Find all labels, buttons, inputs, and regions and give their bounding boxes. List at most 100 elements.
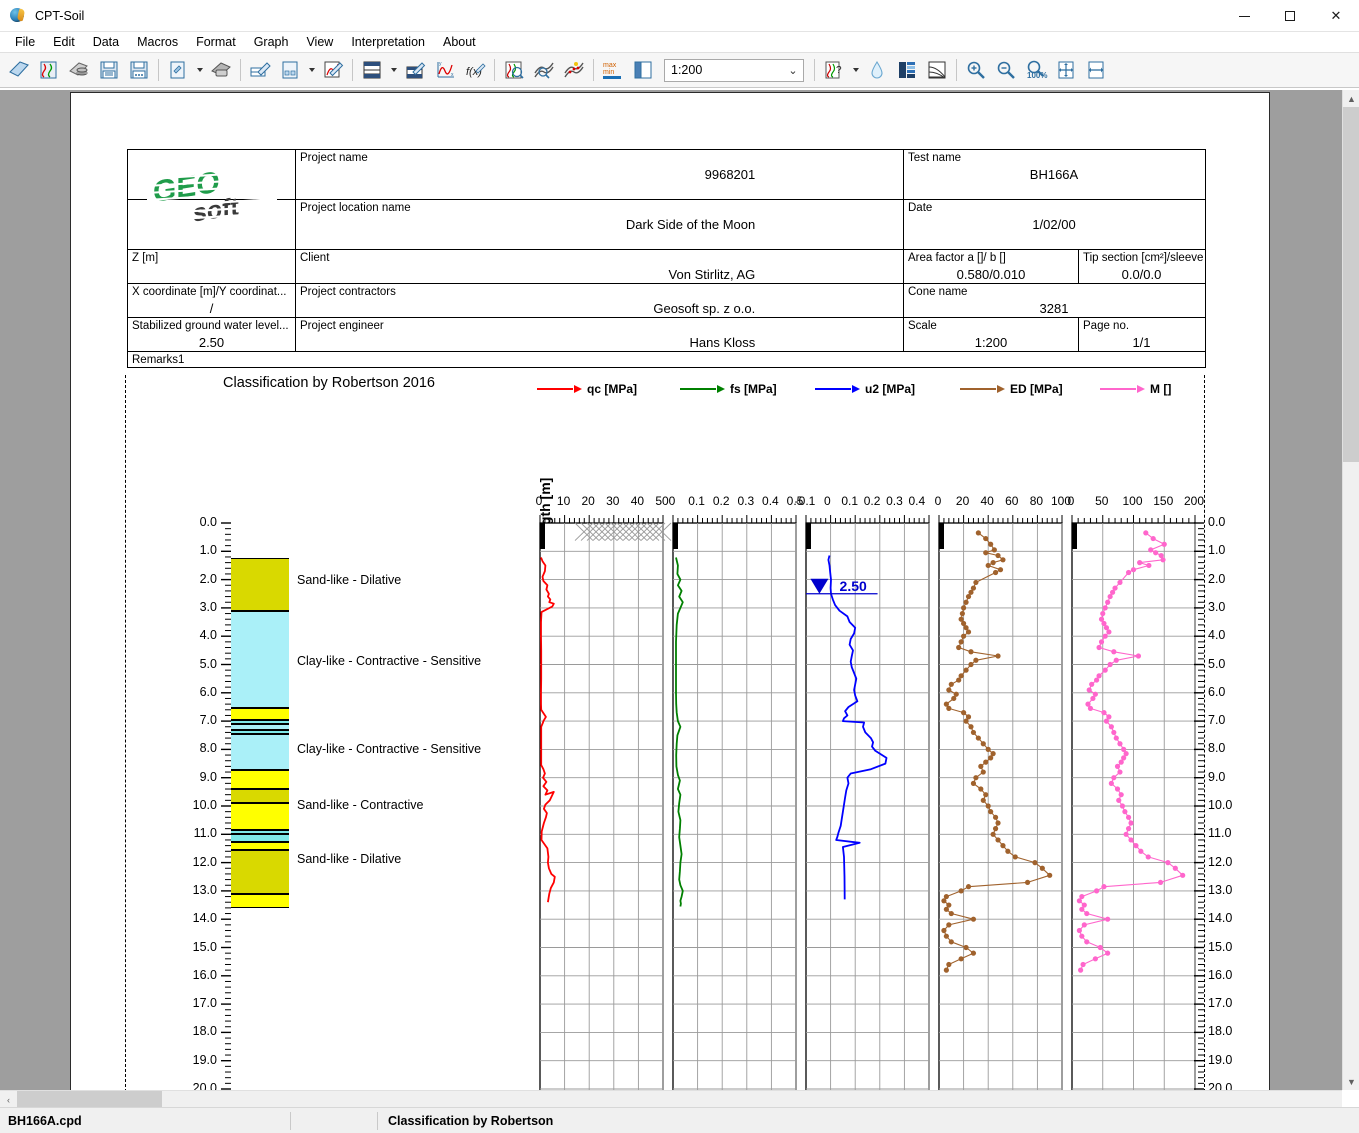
scroll-down-icon: ▼: [1347, 1077, 1356, 1087]
database-icon[interactable]: [64, 55, 94, 85]
contractors-value: Geosoft sp. z o.o.: [300, 301, 899, 316]
menu-item-macros[interactable]: Macros: [128, 34, 187, 50]
scroll-up-button[interactable]: ▲: [1343, 90, 1359, 107]
classification-depth-axis-label: 5.0: [163, 657, 217, 671]
chart-panel-fs[interactable]: [672, 515, 797, 1090]
water-level-label: Stabilized ground water level...: [132, 320, 291, 333]
table-view-dropdown[interactable]: [387, 55, 400, 85]
classification-icon[interactable]: ?: [819, 55, 849, 85]
table-view-icon[interactable]: [357, 55, 387, 85]
vertical-scrollbar[interactable]: ▲ ▼: [1342, 90, 1359, 1090]
vertical-scroll-thumb[interactable]: [1343, 107, 1359, 462]
right-depth-axis-label: 16.0: [1208, 968, 1232, 982]
chevron-down-icon[interactable]: ⌄: [783, 64, 803, 77]
page-layout-dropdown[interactable]: [305, 55, 318, 85]
classification-depth-axis-label: 2.0: [163, 572, 217, 586]
menu-item-graph[interactable]: Graph: [245, 34, 298, 50]
cone-name-value: 3281: [908, 301, 1200, 316]
zoom-in-icon[interactable]: [961, 55, 991, 85]
close-icon[interactable]: ✕: [1313, 0, 1359, 32]
engineer-cell: Project engineer Hans Kloss: [296, 318, 904, 351]
formula-icon[interactable]: f(x): [460, 55, 490, 85]
x-tick-label: 150: [1147, 494, 1179, 508]
remarks-cell: Remarks1: [128, 352, 1205, 367]
menu-bar: File Edit Data Macros Format Graph View …: [0, 32, 1359, 52]
classification-depth-axis-label: 8.0: [163, 741, 217, 755]
soil-layer-clay_alt: [231, 834, 289, 842]
classification-depth-axis-label: 3.0: [163, 600, 217, 614]
zoom-data-icon[interactable]: [529, 55, 559, 85]
page-setup-dropdown[interactable]: [193, 55, 206, 85]
status-divider: [290, 1112, 291, 1130]
menu-item-file[interactable]: File: [6, 34, 44, 50]
page-icon[interactable]: [628, 55, 658, 85]
z-label: Z [m]: [132, 252, 291, 265]
chart-panel-qc[interactable]: [539, 515, 664, 1090]
horizontal-scroll-thumb[interactable]: [17, 1091, 162, 1108]
legend-label-ed: ED [MPa]: [1010, 382, 1063, 396]
layers-icon[interactable]: [892, 55, 922, 85]
document-canvas[interactable]: GEO soft Proj: [0, 90, 1359, 1090]
print-icon[interactable]: [206, 55, 236, 85]
edit-graph-icon[interactable]: [318, 55, 348, 85]
zoom-100-icon[interactable]: 100%: [1021, 55, 1051, 85]
chart-panel-ed[interactable]: [938, 515, 1063, 1090]
area-factor-cell: Area factor a []/ b [] 0.580/0.010: [904, 250, 1079, 283]
legend-line-u2: [815, 388, 851, 391]
new-document-icon[interactable]: [4, 55, 34, 85]
right-depth-axis-label: 0.0: [1208, 515, 1225, 529]
page-layout-icon[interactable]: [275, 55, 305, 85]
max-min-icon[interactable]: maxmin: [598, 55, 628, 85]
scroll-left-button[interactable]: ‹: [0, 1091, 17, 1108]
maximize-button[interactable]: [1267, 0, 1313, 32]
save-icon[interactable]: [94, 55, 124, 85]
client-label: Client: [300, 252, 899, 265]
date-cell: Date 1/02/00: [904, 200, 1204, 249]
fit-width-icon[interactable]: [1081, 55, 1111, 85]
scroll-down-button[interactable]: ▼: [1343, 1073, 1359, 1090]
function-graph-icon[interactable]: yx: [430, 55, 460, 85]
page-setup-icon[interactable]: [163, 55, 193, 85]
classification-depth-axis-label: 19.0: [163, 1053, 217, 1067]
menu-item-about[interactable]: About: [434, 34, 485, 50]
soil-layer-sand_dilative: [231, 789, 289, 803]
cone-name-label: Cone name: [908, 286, 1200, 299]
water-level-label: 2.50: [840, 578, 867, 594]
profile-icon[interactable]: [922, 55, 952, 85]
menu-item-data[interactable]: Data: [84, 34, 128, 50]
scale-select[interactable]: 1:200 ⌄: [664, 59, 804, 82]
right-depth-axis-label: 9.0: [1208, 770, 1225, 784]
classification-depth-axis-label: 18.0: [163, 1024, 217, 1038]
scale-label: Scale: [908, 320, 1074, 333]
menu-item-edit[interactable]: Edit: [44, 34, 84, 50]
save-as-icon[interactable]: [124, 55, 154, 85]
cone-name-cell: Cone name 3281: [904, 284, 1204, 317]
highlight-icon[interactable]: [559, 55, 589, 85]
classification-dropdown[interactable]: [849, 55, 862, 85]
soil-layer-sand_dilative: [231, 850, 289, 894]
right-depth-axis-label: 20.0: [1208, 1081, 1232, 1090]
open-cpt-icon[interactable]: [34, 55, 64, 85]
edit-table-icon[interactable]: [400, 55, 430, 85]
edit-header-icon[interactable]: [245, 55, 275, 85]
plot-area: Classification by Robertson 2016 qc [MPa…: [127, 375, 1206, 1090]
fit-page-icon[interactable]: [1051, 55, 1081, 85]
menu-item-format[interactable]: Format: [187, 34, 245, 50]
scroll-up-icon: ▲: [1347, 94, 1356, 104]
client-cell: Client Von Stirlitz, AG: [296, 250, 904, 283]
menu-item-interpretation[interactable]: Interpretation: [342, 34, 434, 50]
interpretation-icon[interactable]: [499, 55, 529, 85]
legend-line-fs: [680, 388, 716, 391]
x-tick-label: 200: [1178, 494, 1210, 508]
water-level-cell: Stabilized ground water level... 2.50: [128, 318, 296, 351]
toolbar-separator: [593, 59, 594, 81]
classification-depth-axis-label: 0.0: [163, 515, 217, 529]
chart-panel-u2[interactable]: 2.50: [805, 515, 930, 1090]
horizontal-scrollbar[interactable]: ‹: [0, 1090, 1342, 1107]
water-level-icon[interactable]: [862, 55, 892, 85]
zoom-out-icon[interactable]: [991, 55, 1021, 85]
menu-item-view[interactable]: View: [297, 34, 342, 50]
right-depth-axis-label: 5.0: [1208, 657, 1225, 671]
minimize-button[interactable]: [1221, 0, 1267, 32]
geosoft-logo-icon: GEO soft: [147, 165, 277, 235]
